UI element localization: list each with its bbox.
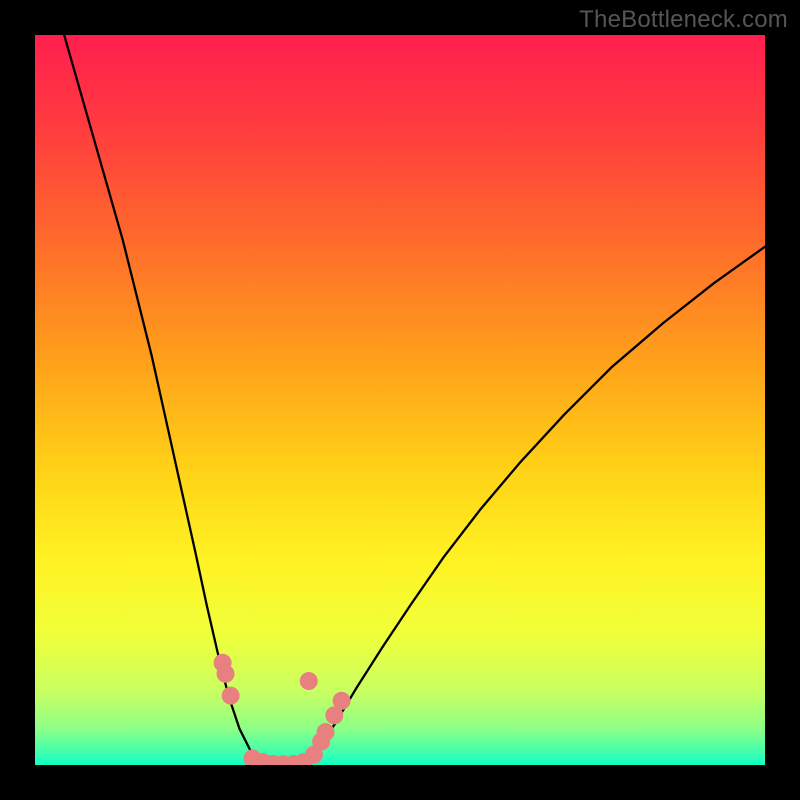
- bottleneck-curve: [64, 35, 765, 765]
- chart-frame: TheBottleneck.com: [0, 0, 800, 800]
- data-point: [300, 672, 318, 690]
- watermark-text: TheBottleneck.com: [579, 6, 788, 34]
- data-point: [222, 687, 240, 705]
- plot-area: [35, 35, 765, 765]
- curve-layer: [35, 35, 765, 765]
- data-point: [333, 692, 351, 710]
- data-point: [317, 723, 335, 741]
- data-point: [217, 665, 235, 683]
